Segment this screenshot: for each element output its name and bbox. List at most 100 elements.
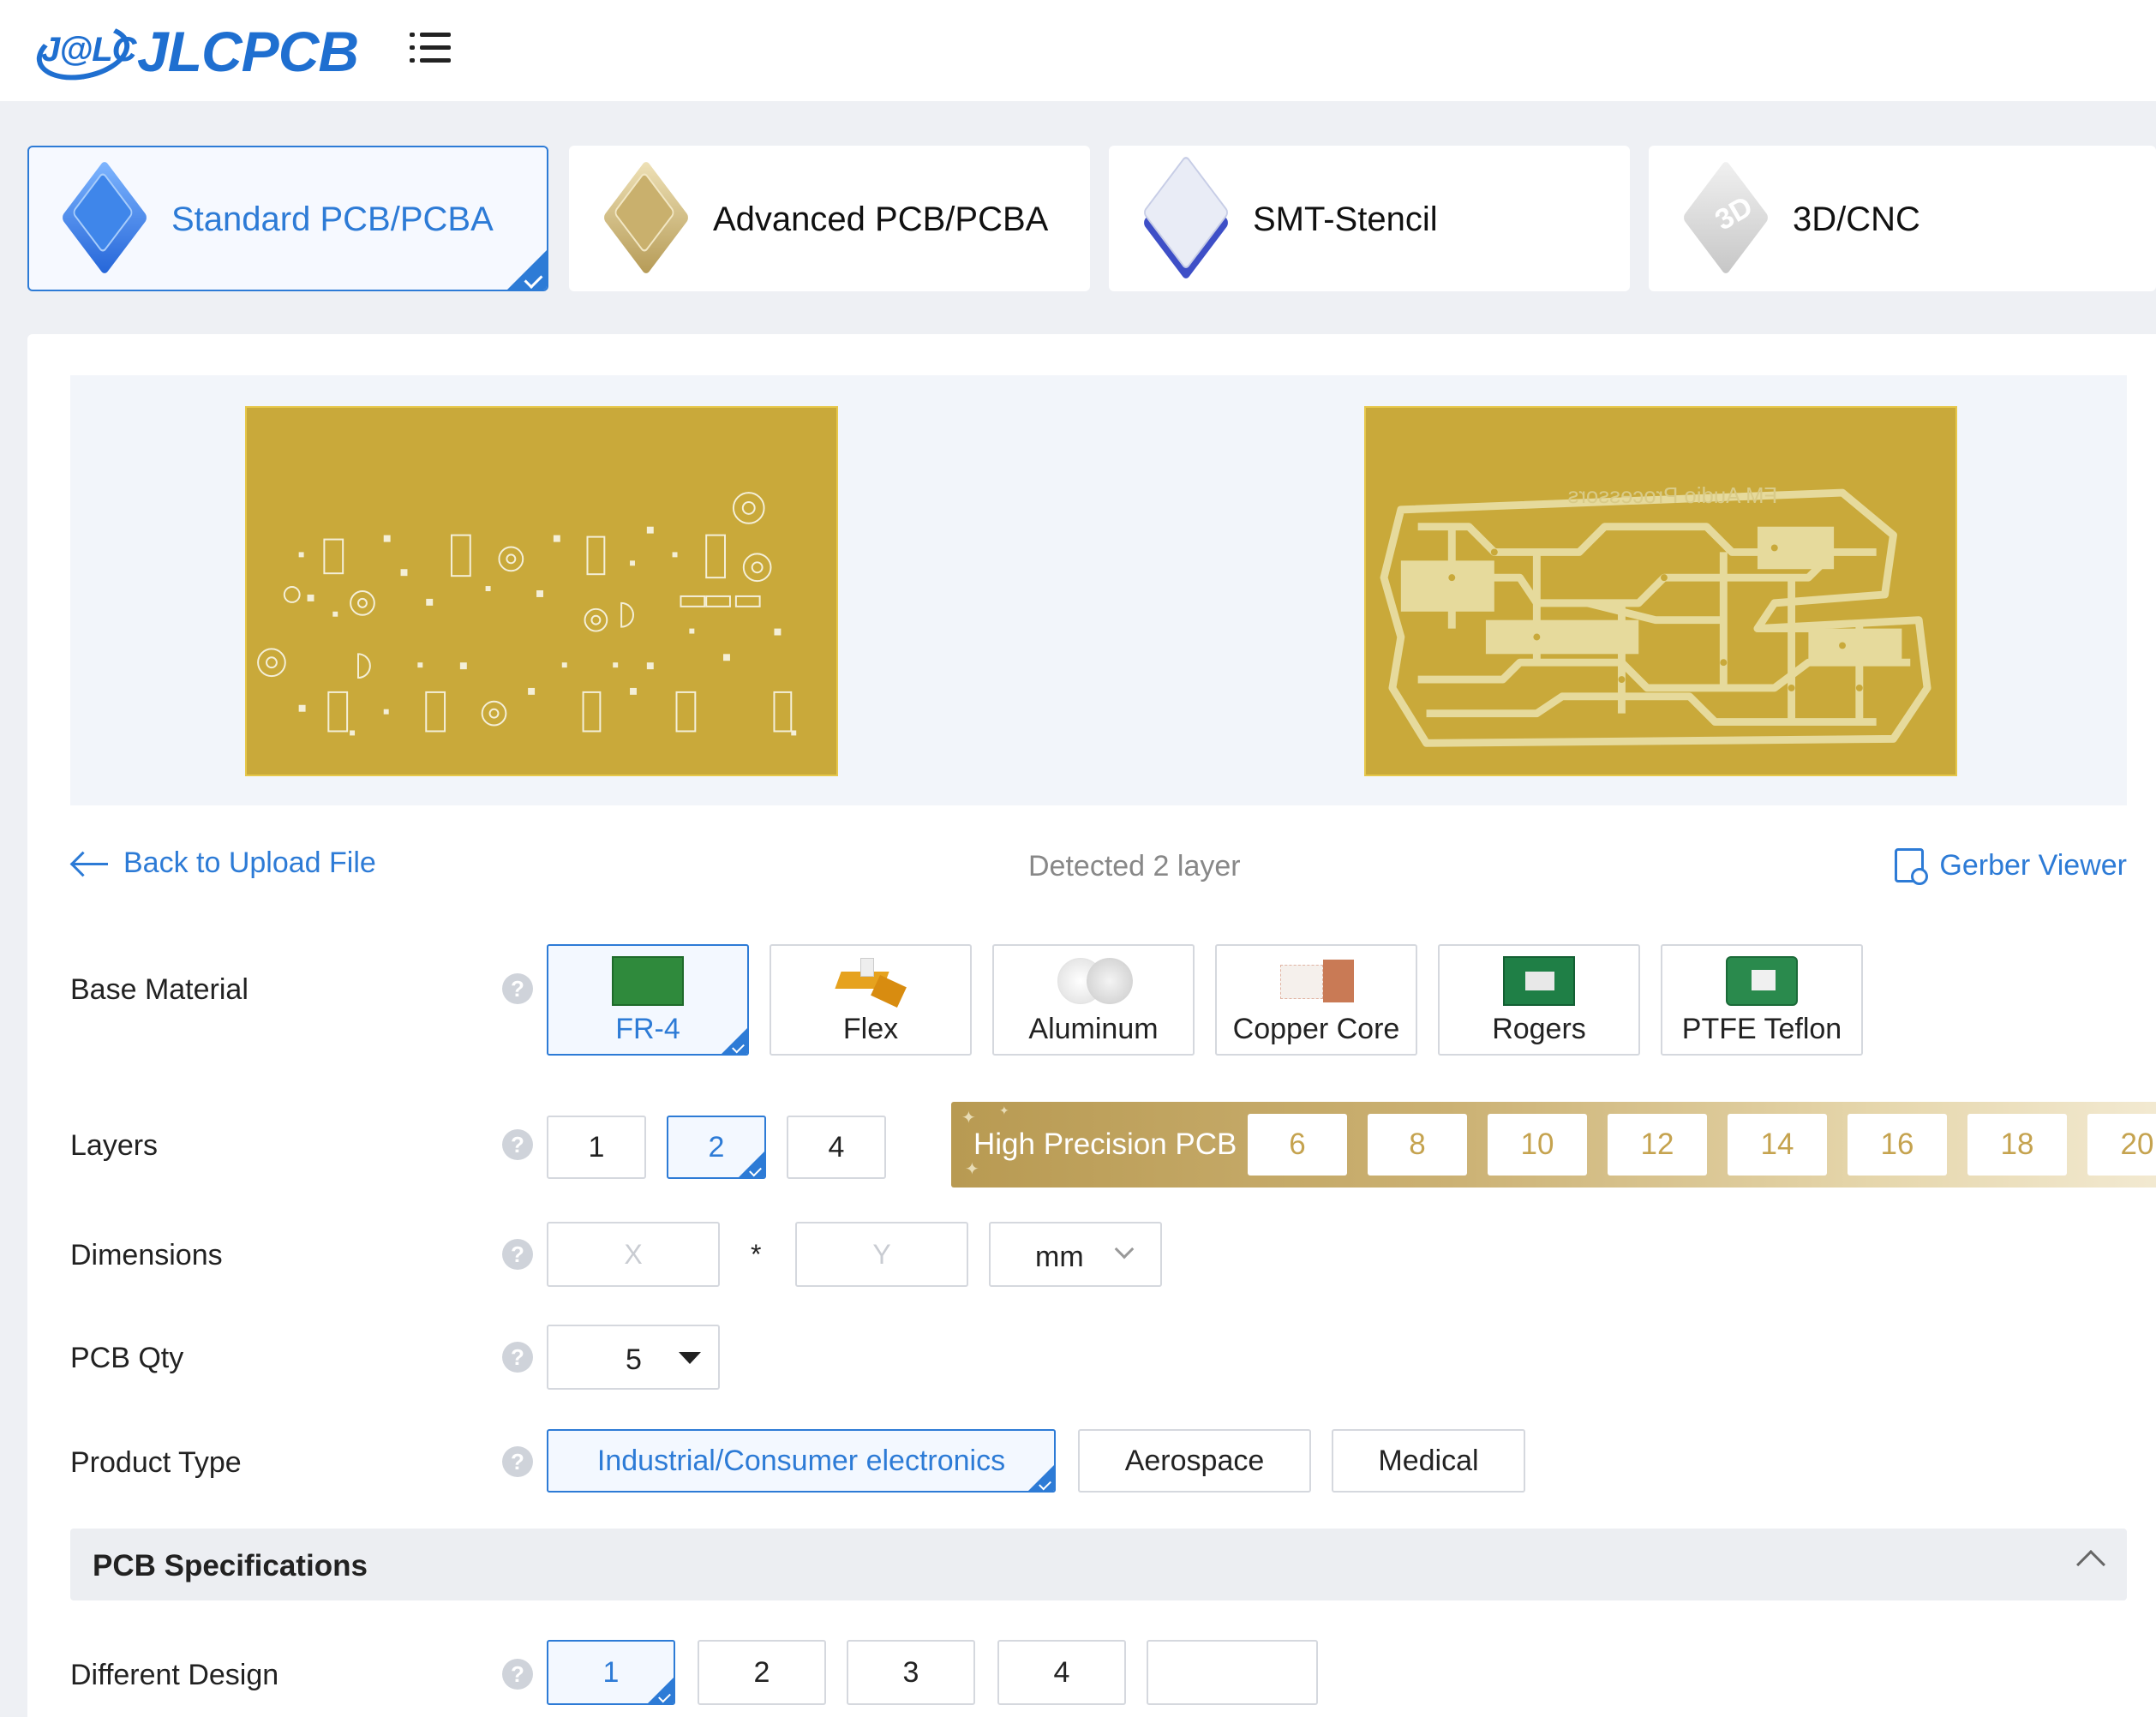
selected-check-icon bbox=[1028, 1465, 1054, 1491]
different-design-row: Different Design ? 1 2 3 4 bbox=[70, 1630, 2127, 1707]
3d-cnc-icon: 3D bbox=[1673, 159, 1776, 276]
product-type-industrial[interactable]: Industrial/Consumer electronics bbox=[547, 1429, 1056, 1493]
hp-layer-label: 16 bbox=[1880, 1128, 1914, 1161]
hp-layer-label: 6 bbox=[1289, 1128, 1306, 1161]
product-type-aerospace[interactable]: Aerospace bbox=[1078, 1429, 1311, 1493]
help-icon[interactable]: ? bbox=[502, 1239, 533, 1270]
material-label: Copper Core bbox=[1232, 1013, 1400, 1045]
smt-stencil-icon bbox=[1133, 154, 1236, 281]
hp-layer-option-14[interactable]: 14 bbox=[1728, 1114, 1827, 1176]
design-option-label: 3 bbox=[902, 1656, 919, 1689]
design-option-2[interactable]: 2 bbox=[698, 1640, 826, 1705]
material-label: Aluminum bbox=[1028, 1013, 1159, 1045]
detected-layers-text: Detected 2 layer bbox=[1028, 850, 1241, 882]
design-option-1[interactable]: 1 bbox=[547, 1640, 675, 1705]
tab-advanced-pcb[interactable]: Advanced PCB/PCBA bbox=[569, 146, 1090, 291]
hp-layer-label: 18 bbox=[2000, 1128, 2034, 1161]
sparkle-icon: ✦ bbox=[999, 1104, 1009, 1117]
material-flex[interactable]: Flex bbox=[770, 944, 972, 1056]
base-material-label: Base Material bbox=[70, 973, 249, 1006]
tab-label: 3D/CNC bbox=[1793, 200, 1920, 238]
chevron-down-icon bbox=[1114, 1239, 1135, 1259]
board-bottom-preview[interactable]: FM Audio Processors bbox=[1364, 406, 1957, 776]
help-icon[interactable]: ? bbox=[502, 1446, 533, 1477]
pcb-qty-value: 5 bbox=[626, 1343, 642, 1376]
design-option-3[interactable]: 3 bbox=[847, 1640, 975, 1705]
material-fr4[interactable]: FR-4 bbox=[547, 944, 749, 1056]
product-type-option-label: Medical bbox=[1378, 1445, 1479, 1477]
upload-links-row: Back to Upload File Detected 2 layer Ger… bbox=[70, 840, 2127, 891]
gerber-viewer-icon bbox=[1895, 848, 1929, 885]
product-type-option-label: Aerospace bbox=[1124, 1445, 1265, 1477]
material-rogers[interactable]: Rogers bbox=[1438, 944, 1640, 1056]
layer-option-2[interactable]: 2 bbox=[667, 1116, 766, 1179]
material-copper-core[interactable]: Copper Core bbox=[1215, 944, 1417, 1056]
material-label: Flex bbox=[842, 1013, 899, 1045]
copper-core-icon bbox=[1280, 956, 1354, 1006]
tab-label: Standard PCB/PCBA bbox=[171, 200, 494, 238]
hp-layer-option-10[interactable]: 10 bbox=[1488, 1114, 1587, 1176]
unit-value: mm bbox=[1035, 1241, 1084, 1273]
unit-select[interactable]: mm bbox=[989, 1222, 1162, 1287]
dimension-separator: * bbox=[751, 1239, 762, 1270]
selected-check-icon bbox=[739, 1152, 764, 1177]
dimension-y-input[interactable] bbox=[795, 1222, 968, 1287]
design-option-4[interactable]: 4 bbox=[997, 1640, 1126, 1705]
hp-layer-option-20[interactable]: 20 bbox=[2087, 1114, 2156, 1176]
hp-layer-option-12[interactable]: 12 bbox=[1608, 1114, 1707, 1176]
gerber-preview: FM Audio Processors bbox=[70, 375, 2127, 805]
dimension-x-input[interactable] bbox=[547, 1222, 720, 1287]
hp-layer-option-8[interactable]: 8 bbox=[1368, 1114, 1467, 1176]
flex-cable-icon bbox=[835, 956, 907, 1008]
material-ptfe-teflon[interactable]: PTFE Teflon bbox=[1661, 944, 1863, 1056]
back-to-upload-link[interactable]: Back to Upload File bbox=[70, 847, 376, 880]
logo-badge: J@LC bbox=[31, 16, 137, 88]
order-panel: FM Audio Processors Back to Upload File … bbox=[27, 334, 2156, 1717]
dimension-y-field[interactable] bbox=[797, 1223, 967, 1285]
selected-check-icon bbox=[507, 250, 547, 290]
layer-option-1[interactable]: 1 bbox=[547, 1116, 646, 1179]
chevron-up-icon[interactable] bbox=[2076, 1550, 2105, 1579]
high-precision-pcb-band: ✦ ✦ ✦ High Precision PCB 6 8 10 12 14 16… bbox=[951, 1102, 2156, 1188]
selected-check-icon bbox=[648, 1678, 674, 1703]
help-icon[interactable]: ? bbox=[502, 973, 533, 1004]
help-icon[interactable]: ? bbox=[502, 1342, 533, 1373]
product-type-row: Product Type ? Industrial/Consumer elect… bbox=[70, 1421, 2127, 1498]
advanced-pcb-icon bbox=[593, 159, 696, 276]
layer-option-4[interactable]: 4 bbox=[787, 1116, 886, 1179]
top-header: J@LC JLCPCB bbox=[0, 0, 2156, 101]
board-top-preview[interactable] bbox=[245, 406, 838, 776]
tab-smt-stencil[interactable]: SMT-Stencil bbox=[1109, 146, 1630, 291]
product-type-medical[interactable]: Medical bbox=[1332, 1429, 1525, 1493]
help-icon[interactable]: ? bbox=[502, 1129, 533, 1160]
design-custom-field[interactable] bbox=[1148, 1642, 1316, 1703]
tab-label: SMT-Stencil bbox=[1253, 200, 1438, 238]
product-type-label: Product Type bbox=[70, 1446, 242, 1479]
gerber-viewer-link[interactable]: Gerber Viewer bbox=[1895, 848, 2127, 885]
dimension-x-field[interactable] bbox=[548, 1223, 718, 1285]
design-custom-input[interactable] bbox=[1147, 1640, 1318, 1705]
layers-label: Layers bbox=[70, 1129, 159, 1162]
tab-3d-cnc[interactable]: 3D 3D/CNC bbox=[1649, 146, 2156, 291]
layer-option-label: 2 bbox=[708, 1131, 725, 1164]
material-aluminum[interactable]: Aluminum bbox=[992, 944, 1195, 1056]
different-design-label: Different Design bbox=[70, 1659, 279, 1691]
tab-standard-pcb[interactable]: Standard PCB/PCBA bbox=[27, 146, 548, 291]
help-icon[interactable]: ? bbox=[502, 1659, 533, 1690]
design-option-label: 1 bbox=[602, 1656, 620, 1689]
design-option-label: 4 bbox=[1053, 1656, 1070, 1689]
back-link-label: Back to Upload File bbox=[123, 847, 376, 879]
base-material-row: Base Material ? FR-4 Flex Aluminum Coppe… bbox=[70, 944, 2127, 1056]
logo-badge-text: J@LC bbox=[41, 31, 137, 69]
hp-layer-label: 10 bbox=[1520, 1128, 1554, 1161]
sparkle-icon: ✦ bbox=[961, 1109, 976, 1128]
hp-layer-option-18[interactable]: 18 bbox=[1967, 1114, 2067, 1176]
menu-list-icon[interactable] bbox=[410, 31, 451, 65]
pcb-specifications-header[interactable]: PCB Specifications bbox=[70, 1529, 2127, 1600]
hp-layer-option-16[interactable]: 16 bbox=[1848, 1114, 1947, 1176]
pcb-qty-select[interactable]: 5 bbox=[547, 1325, 720, 1390]
standard-pcb-icon bbox=[51, 159, 154, 276]
material-label: PTFE Teflon bbox=[1681, 1013, 1842, 1045]
hp-layer-option-6[interactable]: 6 bbox=[1248, 1114, 1347, 1176]
jlcpcb-logo[interactable]: J@LC JLCPCB bbox=[31, 15, 359, 88]
